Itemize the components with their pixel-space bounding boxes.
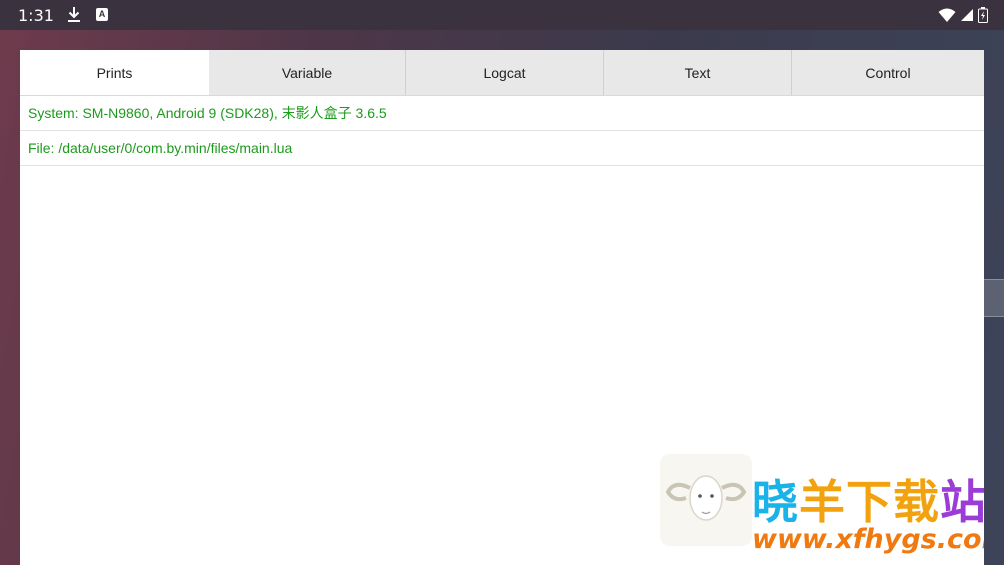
watermark-url: www.xfhygs.com <box>752 524 984 555</box>
status-right-icons <box>938 7 988 23</box>
battery-icon <box>978 7 988 23</box>
status-bar: 1:31 A <box>0 0 1004 30</box>
sheep-drawing <box>665 475 747 521</box>
debug-panel: Prints Variable Logcat Text Control Syst… <box>20 50 984 565</box>
watermark: 晓羊下载站 www.xfhygs.com <box>640 452 984 565</box>
watermark-cn-part1: 晓 <box>752 475 799 529</box>
sheep-logo-icon <box>660 454 752 546</box>
print-log-list: System: SM-N9860, Android 9 (SDK28), 末影人… <box>20 96 984 166</box>
tab-prints[interactable]: Prints <box>20 50 209 95</box>
tab-bar: Prints Variable Logcat Text Control <box>20 50 984 96</box>
wifi-icon <box>938 8 956 22</box>
tab-variable[interactable]: Variable <box>209 50 406 95</box>
app-a-icon: A <box>96 8 108 21</box>
download-icon <box>68 7 80 22</box>
tab-logcat[interactable]: Logcat <box>406 50 604 95</box>
status-time: 1:31 <box>18 6 54 25</box>
signal-icon <box>961 9 973 21</box>
tab-text[interactable]: Text <box>604 50 792 95</box>
watermark-cn-part3: 站 <box>940 475 984 529</box>
watermark-cn-text: 晓羊下载站 <box>752 466 984 532</box>
tab-control[interactable]: Control <box>792 50 984 95</box>
log-line-file: File: /data/user/0/com.by.min/files/main… <box>20 131 984 166</box>
log-line-system: System: SM-N9860, Android 9 (SDK28), 末影人… <box>20 96 984 131</box>
watermark-cn-part2: 羊下载 <box>799 475 940 529</box>
background-side-strip <box>984 279 1004 317</box>
